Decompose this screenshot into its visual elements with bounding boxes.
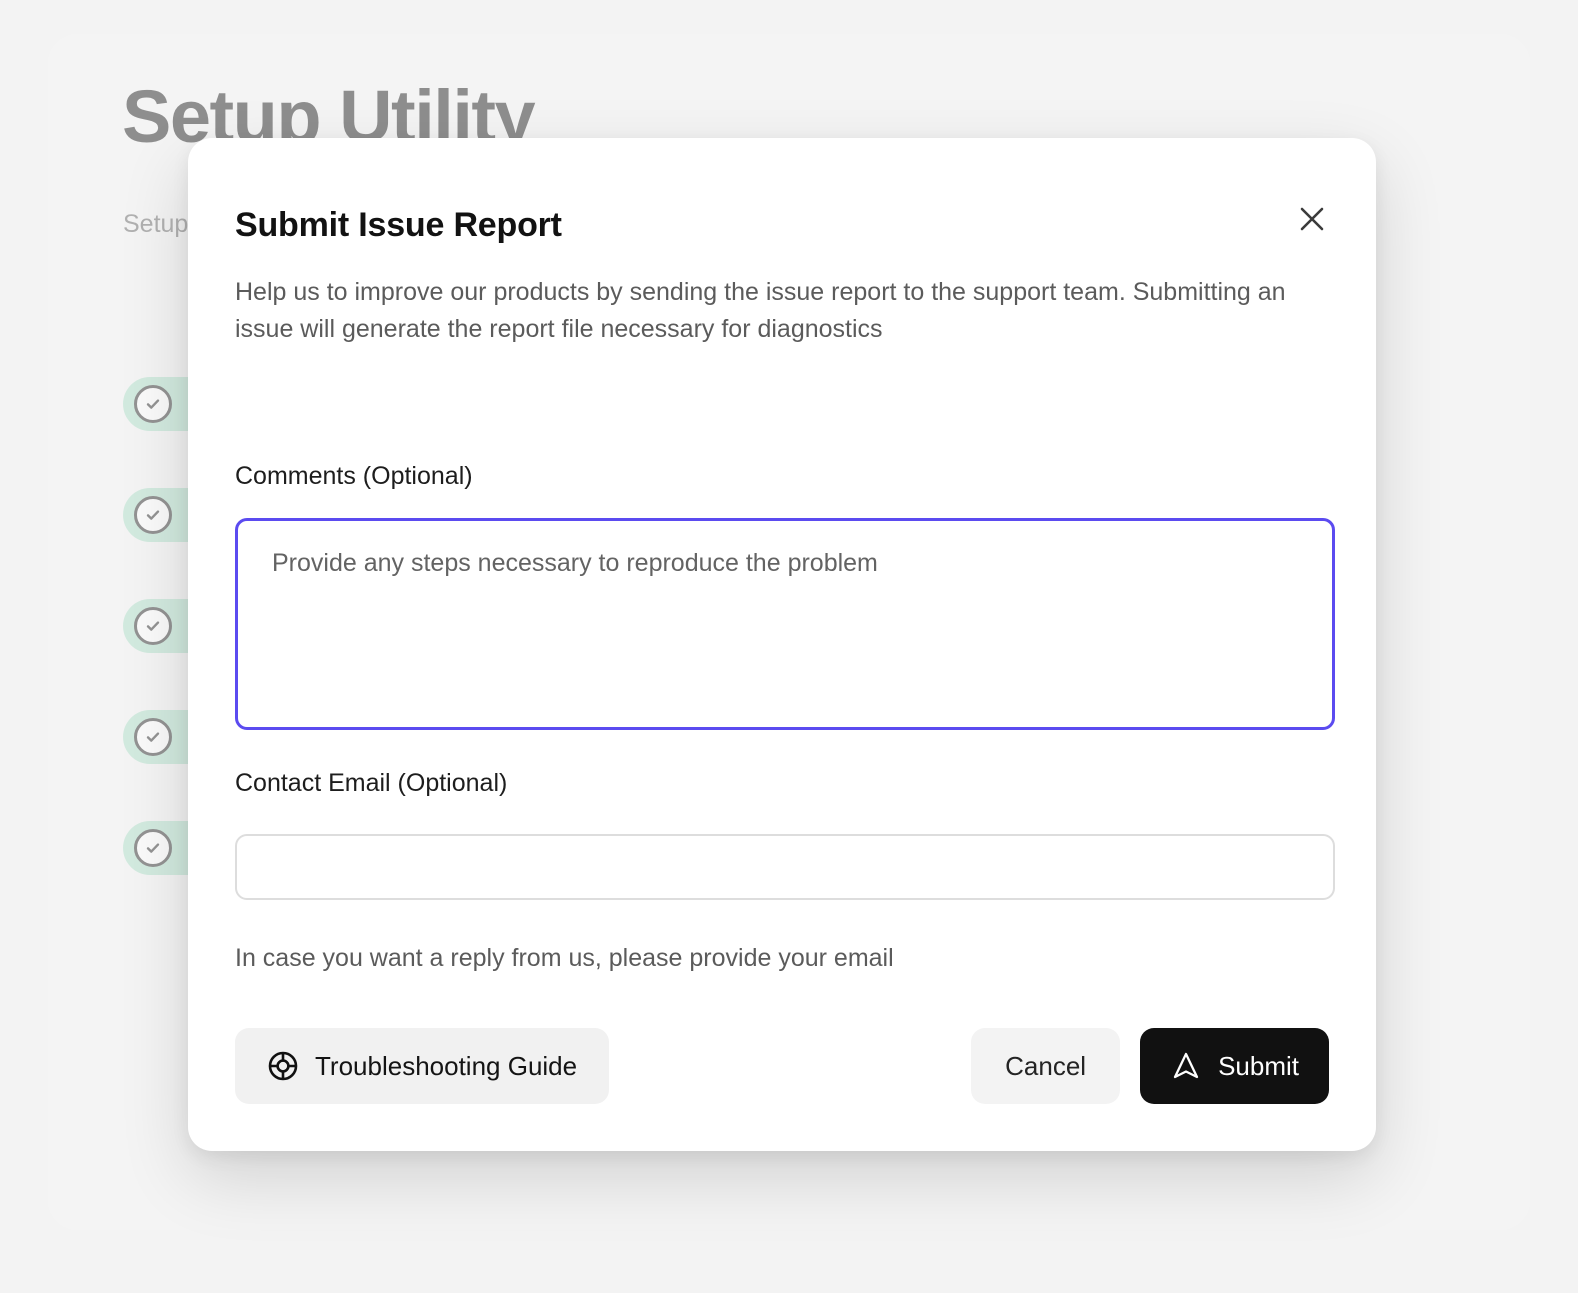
app-root: Setup Utility Setup t. bbox=[0, 0, 1578, 1293]
dialog-title: Submit Issue Report bbox=[235, 206, 562, 244]
comments-input[interactable] bbox=[235, 518, 1335, 730]
footer-actions: Cancel Submit bbox=[971, 1028, 1329, 1104]
submit-button-label: Submit bbox=[1218, 1050, 1299, 1081]
contact-email-input[interactable] bbox=[235, 834, 1335, 900]
submit-issue-report-dialog: Submit Issue Report Help us to improve o… bbox=[188, 138, 1376, 1151]
contact-email-hint: In case you want a reply from us, please… bbox=[235, 944, 894, 972]
dialog-description: Help us to improve our products by sendi… bbox=[235, 278, 1286, 343]
comments-label: Comments (Optional) bbox=[235, 462, 473, 490]
lifebuoy-icon bbox=[267, 1050, 299, 1082]
cancel-button[interactable]: Cancel bbox=[971, 1028, 1121, 1104]
cancel-button-label: Cancel bbox=[1005, 1050, 1087, 1081]
dialog-footer: Troubleshooting Guide Cancel Submit bbox=[235, 1028, 1329, 1104]
submit-button[interactable]: Submit bbox=[1140, 1028, 1329, 1104]
troubleshooting-guide-label: Troubleshooting Guide bbox=[315, 1050, 578, 1081]
contact-email-label: Contact Email (Optional) bbox=[235, 769, 508, 797]
troubleshooting-guide-button[interactable]: Troubleshooting Guide bbox=[235, 1028, 610, 1104]
close-button[interactable] bbox=[1286, 193, 1338, 245]
navigation-arrow-icon bbox=[1170, 1050, 1202, 1082]
close-icon bbox=[1297, 204, 1327, 234]
